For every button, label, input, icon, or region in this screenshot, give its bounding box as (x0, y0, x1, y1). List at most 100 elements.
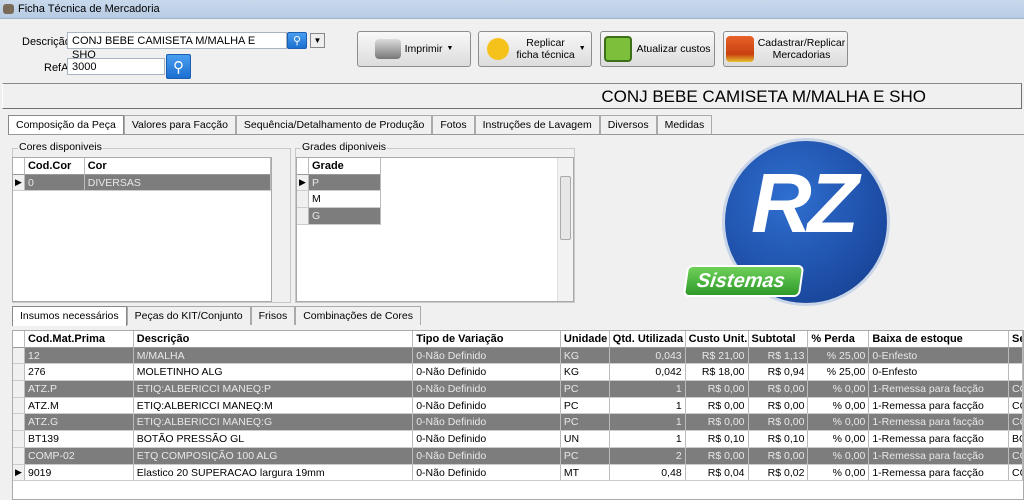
cell: 0-Não Definido (413, 464, 561, 482)
tab-2[interactable]: Sequência/Detalhamento de Produção (235, 115, 433, 134)
cell: PC (560, 447, 610, 465)
cell: 1 (609, 431, 686, 448)
table-row[interactable]: 276 MOLETINHO ALG 0-Não Definido KG 0,042 R$ … (13, 364, 1024, 382)
search-icon: ⚲ (173, 58, 184, 76)
cell (1009, 364, 1024, 382)
cell: UN (560, 431, 610, 448)
printer-icon (374, 39, 401, 59)
cell: 12 (24, 347, 134, 365)
cell: % Perda (808, 331, 870, 348)
row-indicator (13, 364, 25, 382)
cell: MOLETINHO ALG (133, 364, 414, 382)
cell: 1 (609, 414, 686, 432)
row-indicator (13, 431, 25, 448)
cell: 0,48 (609, 464, 686, 482)
tab-4[interactable]: Instruções de Lavagem (474, 115, 600, 134)
product-title: CONJ BEBE CAMISETA M/MALHA E SHO (601, 87, 926, 106)
cell: ETIQ:ALBERICCI MANEQ:M (133, 397, 414, 415)
scroll-thumb[interactable] (560, 176, 571, 240)
table-row[interactable]: ATZ.G ETIQ:ALBERICCI MANEQ:G 0-Não Definid… (13, 414, 1024, 432)
tab-5[interactable]: Diversos (599, 115, 657, 134)
cell: 0-Não Definido (413, 381, 561, 398)
cell: PC (560, 397, 610, 415)
row-pointer-icon: ▶ (13, 464, 25, 482)
cell: R$ 0,00 (748, 414, 809, 432)
table-row[interactable]: ▶ 0 DIVERSAS (13, 174, 271, 192)
cell: 276 (24, 364, 134, 382)
cell: 1 (609, 397, 686, 415)
grades-grid: Grade ▶ P M G (296, 157, 574, 302)
refa-input[interactable]: 3000 (67, 58, 165, 75)
cell: % 25,00 (808, 364, 870, 382)
chevron-down-icon: ▼ (578, 45, 586, 52)
cell: 0-Não Definido (413, 447, 561, 465)
tab-0[interactable]: Composição da Peça (8, 115, 124, 135)
cadastrar-replicar-button[interactable]: Cadastrar/Replicar Mercadorias (723, 31, 848, 67)
cell: Custo Unit. (685, 331, 749, 348)
cell: 1-Remessa para facção (869, 397, 1010, 415)
table-row[interactable]: G (297, 208, 573, 225)
cell: R$ 0,00 (748, 447, 809, 465)
cell: Cod.Mat.Prima (24, 331, 134, 348)
row-pointer-icon: ▶ (297, 174, 309, 192)
cell: R$ 0,94 (748, 364, 809, 382)
subtab-1[interactable]: Peças do KIT/Conjunto (126, 306, 251, 325)
table-row[interactable]: M (297, 191, 573, 209)
cell: 0-Não Definido (413, 431, 561, 448)
table-row[interactable]: BT139 BOTÃO PRESSÃO GL 0-Não Definido UN 1 R$… (13, 431, 1024, 448)
replicar-ficha-button[interactable]: Replicar ficha técnica ▼ (478, 31, 592, 67)
cell: % 0,00 (808, 431, 870, 448)
cell: Elastico 20 SUPERACAO largura 19mm (133, 464, 414, 482)
tab-3[interactable]: Fotos (432, 115, 475, 134)
cell: R$ 21,00 (685, 347, 749, 365)
subtab-3[interactable]: Combinações de Cores (295, 306, 421, 325)
refa-search-button[interactable]: ⚲ (166, 54, 191, 79)
product-title-band: CONJ BEBE CAMISETA M/MALHA E SHO (2, 83, 1022, 109)
cell: M/MALHA (133, 347, 414, 365)
table-row[interactable]: 12 M/MALHA 0-Não Definido KG 0,043 R$ 21,00 R$… (13, 347, 1024, 365)
cell (1009, 347, 1024, 365)
cell: Subtotal (748, 331, 809, 348)
clothes-stack-icon (725, 36, 754, 62)
search-icon: ⚲ (292, 35, 302, 47)
cell: % 0,00 (808, 447, 870, 465)
table-row[interactable]: ▶ P (297, 174, 573, 192)
cell: 1-Remessa para facção (869, 431, 1010, 448)
atualizar-custos-button[interactable]: Atualizar custos (600, 31, 715, 67)
cell: CO (1009, 447, 1024, 465)
cell: Unidade (560, 331, 610, 348)
cell: 1-Remessa para facção (869, 464, 1010, 482)
cell: BOTÃO PRESSÃO GL (133, 431, 414, 448)
cell: 1-Remessa para facção (869, 381, 1010, 398)
title-bar: Ficha Técnica de Mercadoria (0, 0, 1024, 19)
cell: Qtd. Utilizada (609, 331, 686, 348)
cell: CO (1009, 381, 1024, 398)
table-header: Cod.Mat.Prima Descrição Tipo de Variação Un… (13, 331, 1024, 348)
cell: 0-Não Definido (413, 414, 561, 432)
cell: R$ 0,00 (685, 414, 749, 432)
table-row[interactable]: ▶ 9019 Elastico 20 SUPERACAO largura 19mm 0… (13, 464, 1024, 482)
table-row[interactable]: ATZ.P ETIQ:ALBERICCI MANEQ:P 0-Não Definid… (13, 381, 1024, 398)
grades-scrollbar[interactable] (557, 158, 573, 301)
imprimir-button[interactable]: Imprimir ▼ (357, 31, 471, 67)
cell: 0,042 (609, 364, 686, 382)
cell: ETQ COMPOSIÇÃO 100 ALG (133, 447, 414, 465)
cell: % 0,00 (808, 397, 870, 415)
descricao-dropdown-button[interactable]: ▼ (310, 33, 325, 48)
subtab-0[interactable]: Insumos necessários (12, 306, 127, 326)
cell: BO (1009, 431, 1024, 448)
table-row[interactable]: ATZ.M ETIQ:ALBERICCI MANEQ:M 0-Não Definid… (13, 397, 1024, 415)
cell: 0-Enfesto (869, 347, 1010, 365)
cell: MT (560, 464, 610, 482)
cell: R$ 0,10 (685, 431, 749, 448)
tab-1[interactable]: Valores para Facção (123, 115, 236, 134)
cell: 0,043 (609, 347, 686, 365)
cell: ETIQ:ALBERICCI MANEQ:P (133, 381, 414, 398)
tab-6[interactable]: Medidas (656, 115, 713, 134)
table-row[interactable]: COMP-02 ETQ COMPOSIÇÃO 100 ALG 0-Não Defin… (13, 447, 1024, 465)
descricao-search-button[interactable]: ⚲ (287, 32, 307, 49)
descricao-input[interactable]: CONJ BEBE CAMISETA M/MALHA E SHO (67, 32, 287, 61)
sub-tabs: Insumos necessários Peças do KIT/Conjunto… (12, 306, 421, 326)
insumos-grid: Cod.Mat.Prima Descrição Tipo de Variação Un… (12, 330, 1024, 500)
subtab-2[interactable]: Frisos (250, 306, 296, 325)
